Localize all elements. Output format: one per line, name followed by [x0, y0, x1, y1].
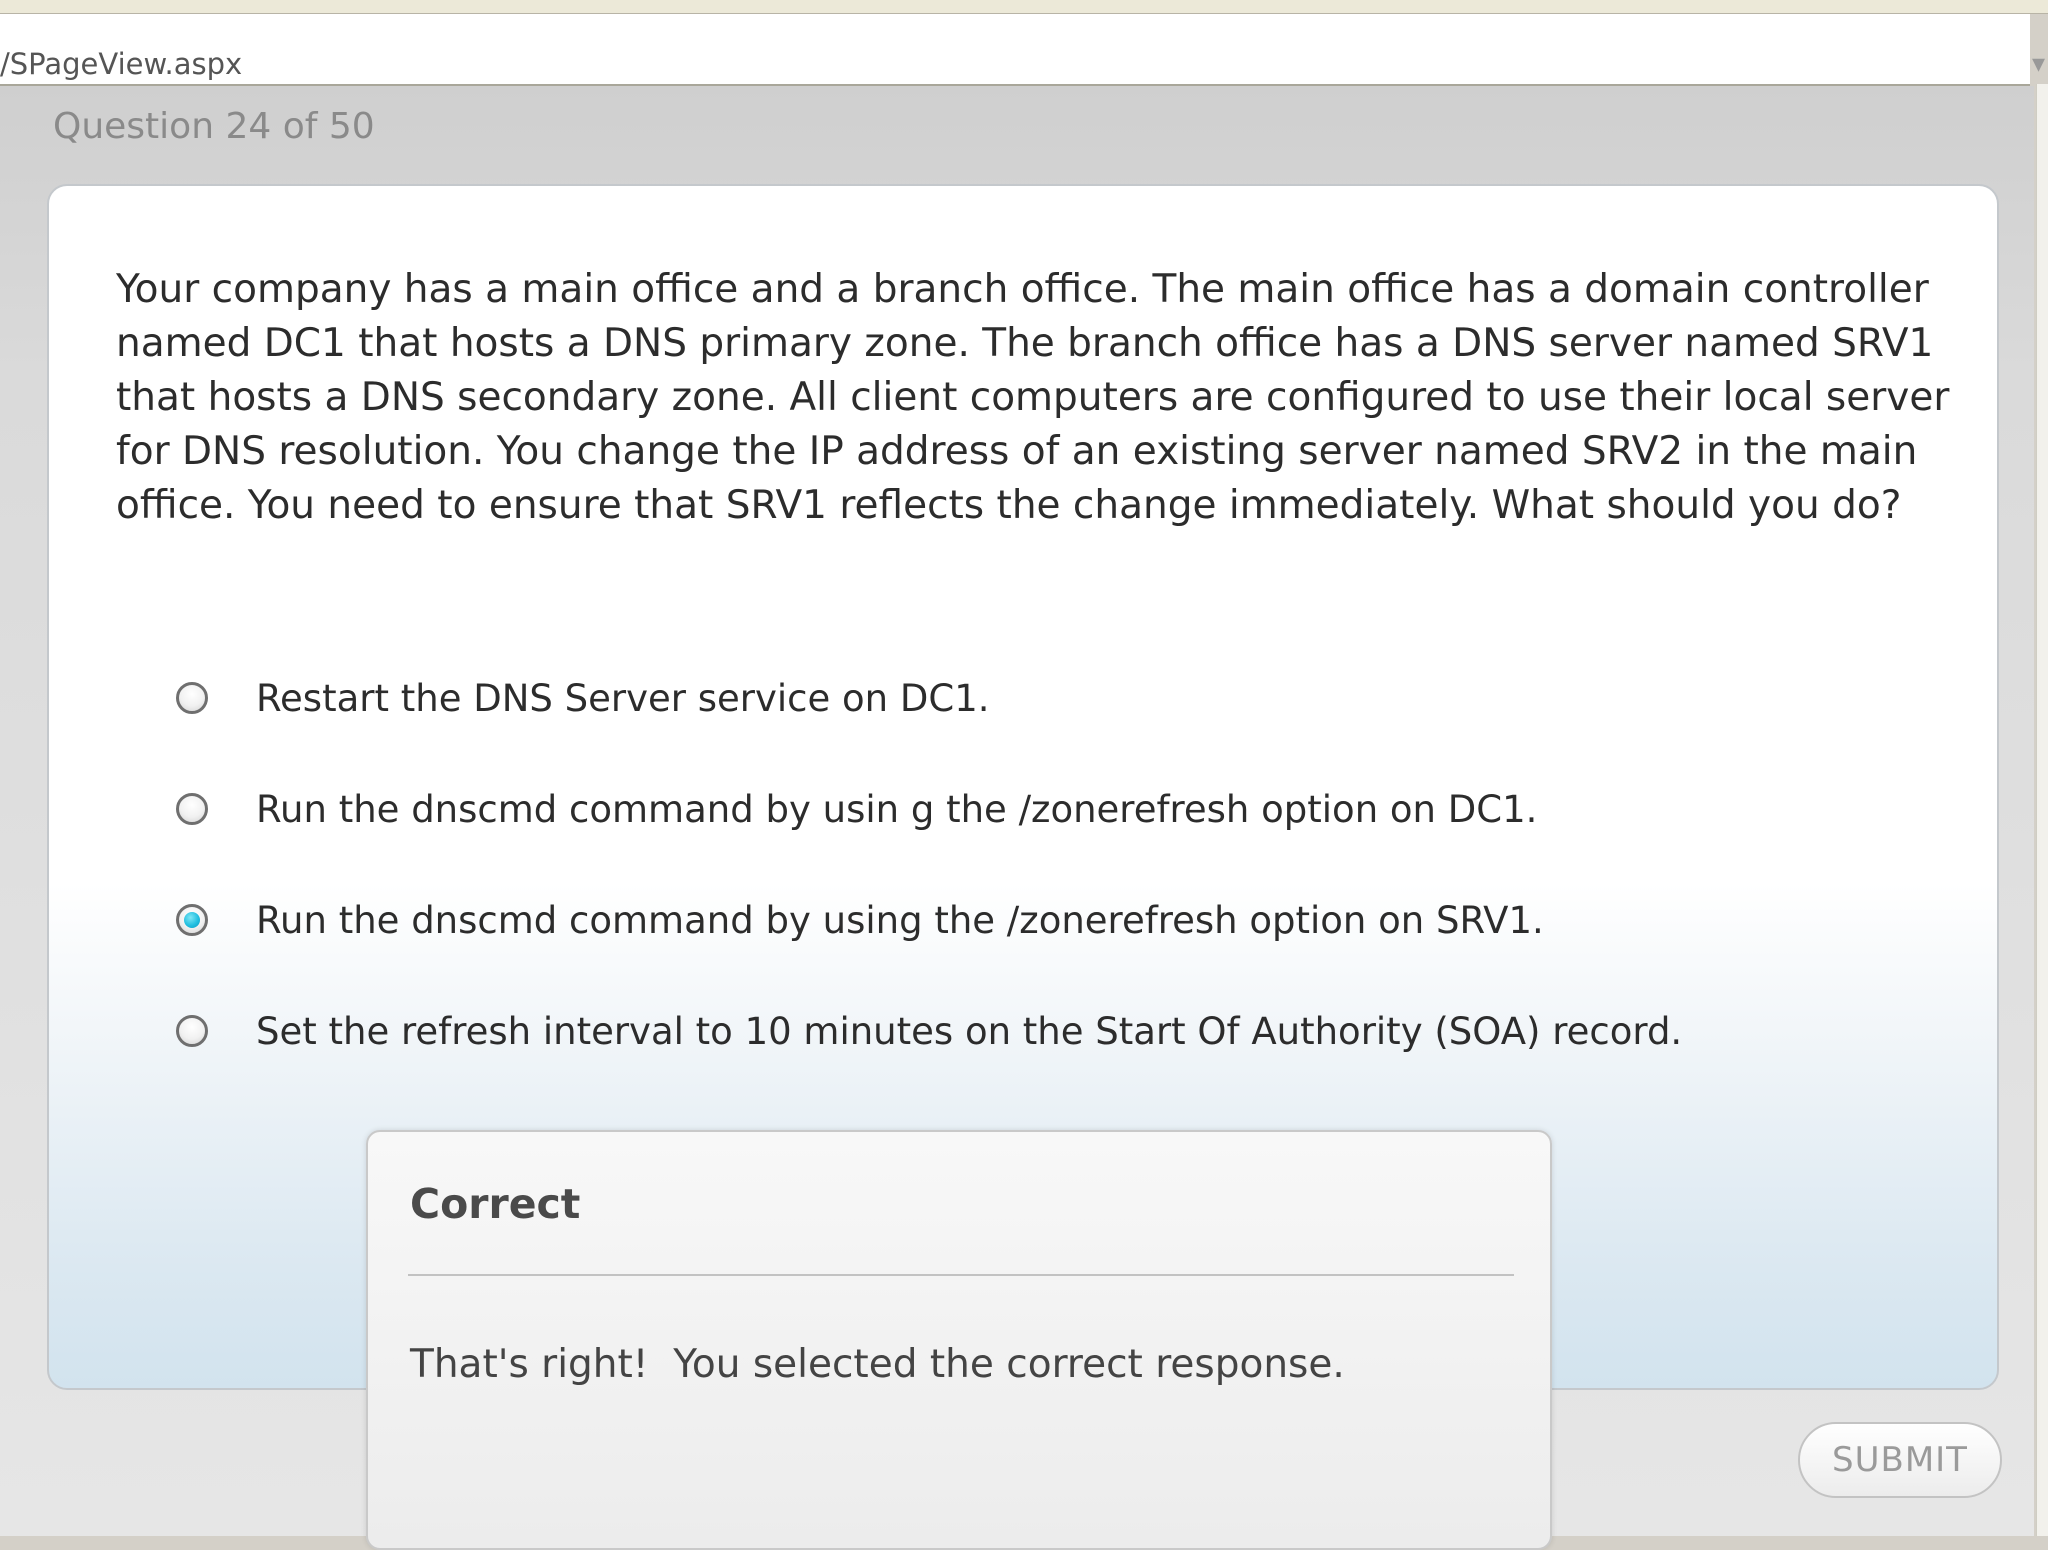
- feedback-divider: [408, 1274, 1514, 1276]
- question-text: Your company has a main office and a bra…: [116, 267, 1950, 528]
- answer-option-label: Run the dnscmd command by usin g the /zo…: [256, 787, 1538, 831]
- answer-option-2[interactable]: Run the dnscmd command by usin g the /zo…: [176, 779, 1876, 839]
- radio-button-1[interactable]: [176, 682, 208, 714]
- answer-option-1[interactable]: Restart the DNS Server service on DC1.: [176, 668, 1876, 728]
- address-dropdown-icon[interactable]: ▾: [2032, 50, 2048, 78]
- answer-option-3[interactable]: Run the dnscmd command by using the /zon…: [176, 890, 1876, 950]
- feedback-panel: Correct That's right! You selected the c…: [366, 1130, 1552, 1550]
- feedback-message: That's right! You selected the correct r…: [410, 1342, 1345, 1387]
- radio-button-3-selected[interactable]: [176, 904, 208, 936]
- browser-right-edge: [2036, 84, 2048, 1536]
- question-counter: Question 24 of 50: [53, 106, 375, 147]
- radio-button-4[interactable]: [176, 1015, 208, 1047]
- address-url[interactable]: /SPageView.aspx: [0, 47, 242, 81]
- browser-top-strip: [0, 0, 2048, 14]
- address-bar[interactable]: /SPageView.aspx ▾: [0, 14, 2045, 86]
- answer-option-label: Run the dnscmd command by using the /zon…: [256, 898, 1544, 942]
- submit-button[interactable]: SUBMIT: [1798, 1422, 2002, 1498]
- feedback-title: Correct: [410, 1180, 581, 1228]
- answer-option-label: Restart the DNS Server service on DC1.: [256, 676, 990, 720]
- answer-option-4[interactable]: Set the refresh interval to 10 minutes o…: [176, 1001, 1876, 1061]
- radio-button-2[interactable]: [176, 793, 208, 825]
- answer-option-label: Set the refresh interval to 10 minutes o…: [256, 1009, 1683, 1053]
